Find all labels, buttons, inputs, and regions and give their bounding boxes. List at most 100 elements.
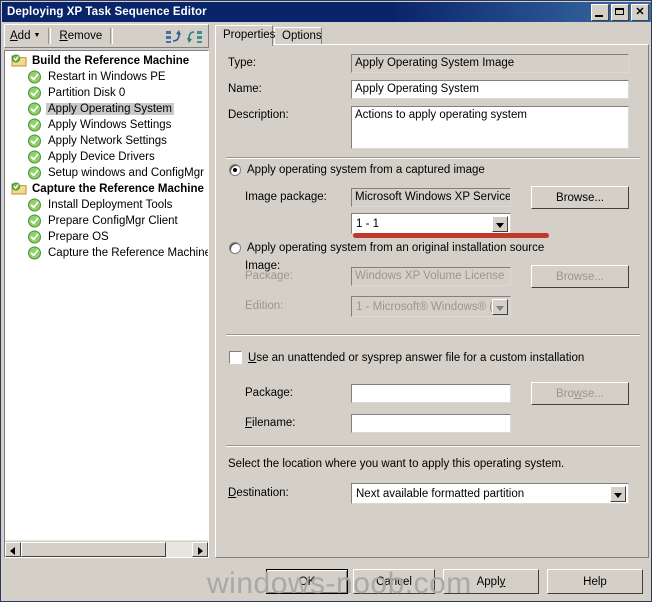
filename-label: Filename: [245,417,296,429]
green-check-icon [27,246,43,260]
original-source-radio-label: Apply operating system from an original … [247,242,545,254]
tree-item[interactable]: Restart in Windows PE [5,69,208,85]
edition-row: Edition: [245,300,283,312]
move-up-icon[interactable] [165,28,182,45]
tree-item[interactable]: Setup windows and ConfigMgr [5,165,208,181]
captured-image-radio-row[interactable]: Apply operating system from a captured i… [229,164,485,176]
help-button[interactable]: Help [547,569,643,594]
tree-item[interactable]: Install Deployment Tools [5,197,208,213]
close-icon[interactable]: ✕ [631,4,649,21]
window-titlebar: Deploying XP Task Sequence Editor ✕ [2,2,651,22]
green-check-icon [27,150,43,164]
minimize-icon[interactable] [591,4,609,21]
maximize-icon[interactable] [611,4,629,21]
type-row: Type: [228,57,256,69]
unattended-checkbox-row[interactable]: Use an unattended or sysprep answer file… [229,351,584,364]
green-check-icon [27,102,43,116]
folder-check-icon [11,182,27,196]
filename-row: Filename: [245,417,296,429]
image-combo[interactable]: 1 - 1 [351,213,511,234]
package-label: Package: [245,270,293,282]
tree-horizontal-scrollbar[interactable] [5,540,208,557]
tabstrip: Properties Options [215,25,649,46]
unattend-package-label: Package: [245,387,293,399]
captured-image-radio[interactable] [229,164,241,176]
divider-2 [226,334,640,336]
divider-1 [226,157,640,159]
chevron-down-icon: ▼ [33,32,41,40]
type-value: Apply Operating System Image [351,54,629,73]
scrollbar-track[interactable] [21,541,192,557]
green-check-icon [27,134,43,148]
destination-label: Destination: [228,487,289,499]
filename-input[interactable] [351,414,511,433]
green-check-icon [27,86,43,100]
tree-item[interactable]: Apply Operating System [5,101,208,117]
image-combo-value: 1 - 1 [356,217,380,230]
name-row: Name: [228,83,262,95]
ok-button[interactable]: OK [266,569,348,594]
task-sequence-editor-window: Deploying XP Task Sequence Editor ✕ Add ▼… [0,0,652,602]
image-package-browse-button[interactable]: Browse... [531,186,629,209]
original-source-radio-row[interactable]: Apply operating system from an original … [229,242,544,254]
unattend-package-row: Package: [245,387,293,399]
window-title: Deploying XP Task Sequence Editor [7,6,207,18]
tree-item[interactable]: Build the Reference Machine [5,53,208,69]
tab-options[interactable]: Options [274,27,322,45]
tree-item[interactable]: Partition Disk 0 [5,85,208,101]
tree-item-label: Apply Windows Settings [48,119,172,131]
tree-item-label: Capture the Reference Machine [32,183,204,195]
tree-item[interactable]: Capture the Reference Machine [5,181,208,197]
tree-item[interactable]: Prepare OS [5,229,208,245]
unattend-package-input[interactable] [351,384,511,403]
type-label: Type: [228,57,257,69]
tree-item-label: Prepare ConfigMgr Client [48,215,178,227]
tree-item-label: Partition Disk 0 [48,87,126,99]
add-button[interactable]: Add ▼ [5,28,45,44]
tree-item-label: Capture the Reference Machine [48,247,208,259]
tree-item[interactable]: Prepare ConfigMgr Client [5,213,208,229]
tree-item[interactable]: Capture the Reference Machine [5,245,208,261]
description-input[interactable]: Actions to apply operating system [351,106,629,149]
toolbar-separator [48,28,52,44]
scroll-right-icon[interactable] [192,541,208,557]
destination-row: Destination: [228,487,289,499]
tab-properties[interactable]: Properties [215,25,275,46]
tree-item-label: Setup windows and ConfigMgr [48,167,204,179]
tree-item[interactable]: Apply Device Drivers [5,149,208,165]
package-browse-button: Browse... [531,265,629,288]
tree-item-label: Restart in Windows PE [48,71,166,83]
tree-item-label: Install Deployment Tools [48,199,173,211]
chevron-down-icon[interactable] [492,216,508,232]
description-label: Description: [228,109,289,121]
tree-items-container: Build the Reference Machine Restart in Wi… [5,51,208,540]
unattend-package-browse-button: Bro w se... [531,382,629,405]
scrollbar-thumb[interactable] [21,541,167,557]
apply-button[interactable]: Appl y [443,569,539,594]
folder-check-icon [11,54,27,68]
window-controls: ✕ [591,4,649,21]
destination-help-row: Select the location where you want to ap… [228,458,564,470]
move-down-icon[interactable] [186,28,203,45]
green-check-icon [27,118,43,132]
original-source-radio[interactable] [229,242,241,254]
properties-panel: Type: Apply Operating System Image Name:… [215,44,649,558]
destination-help-text: Select the location where you want to ap… [228,458,565,470]
name-input[interactable]: Apply Operating System [351,80,629,99]
green-check-icon [27,198,43,212]
cancel-button[interactable]: Cancel [353,569,435,594]
captured-image-radio-label: Apply operating system from a captured i… [247,164,485,176]
description-row: Description: [228,109,289,121]
tree-item[interactable]: Apply Network Settings [5,133,208,149]
destination-combo[interactable]: Next available formatted partition [351,483,629,504]
image-package-row: Image package: [245,191,327,203]
tree-item-label: Prepare OS [48,231,109,243]
unattended-checkbox[interactable] [229,351,242,364]
remove-button[interactable]: Remove [54,28,107,44]
image-package-value: Microsoft Windows XP Service P [351,188,511,207]
chevron-down-icon[interactable] [610,486,626,502]
scroll-left-icon[interactable] [5,541,21,557]
task-sequence-tree[interactable]: Build the Reference Machine Restart in Wi… [4,50,209,558]
destination-combo-value: Next available formatted partition [356,487,525,500]
tree-item[interactable]: Apply Windows Settings [5,117,208,133]
